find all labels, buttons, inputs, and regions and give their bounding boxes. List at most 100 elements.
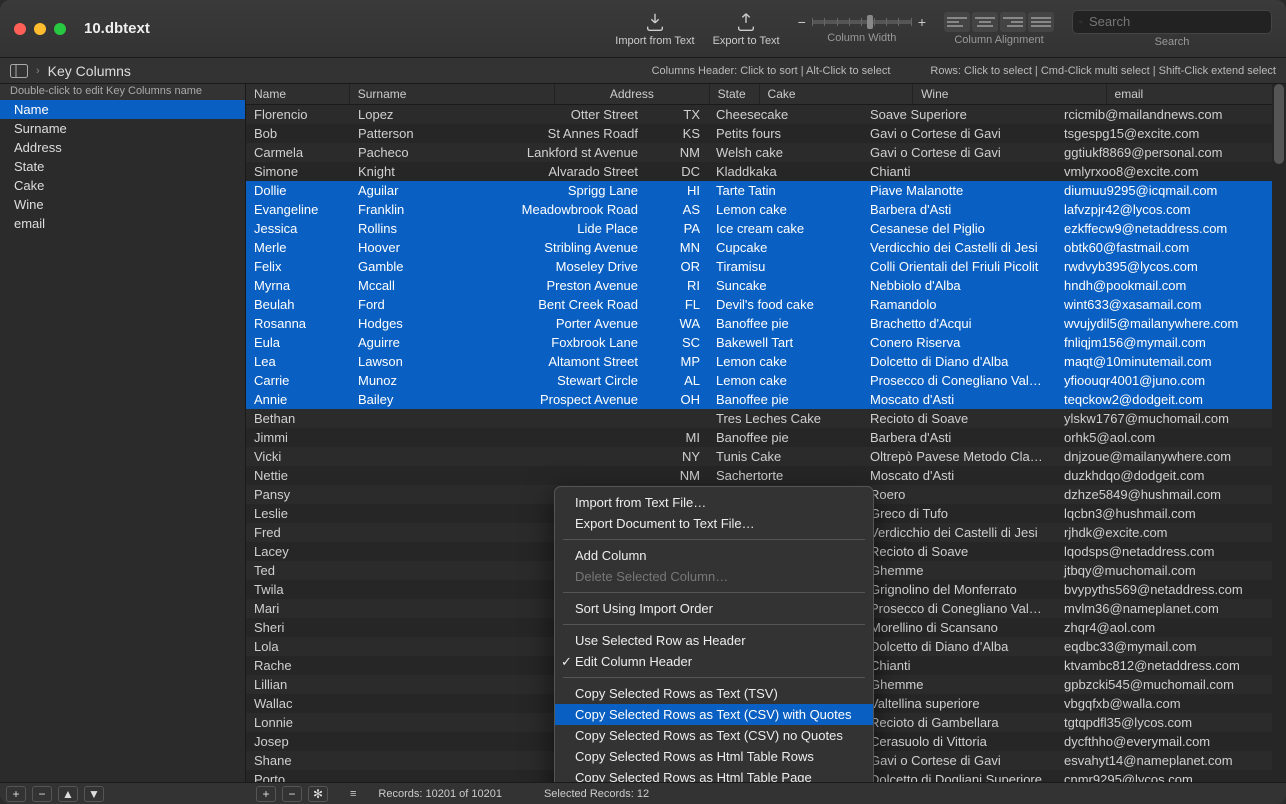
table-row[interactable]: VickiNYTunis CakeOltrepò Pavese Metodo C… bbox=[246, 447, 1286, 466]
increase-width-button[interactable]: + bbox=[918, 14, 926, 30]
table-row[interactable]: EulaAguirreFoxbrook LaneSCBakewell TartC… bbox=[246, 333, 1286, 352]
table-cell: Recioto di Gambellara bbox=[862, 715, 1056, 730]
table-cell: Soave Superiore bbox=[862, 107, 1056, 122]
sidebar-move-down-button[interactable]: ▼ bbox=[84, 786, 104, 802]
table-row[interactable]: CarrieMunozStewart CircleALLemon cakePro… bbox=[246, 371, 1286, 390]
table-cell: St Annes Roadf bbox=[454, 126, 646, 141]
minimize-window-button[interactable] bbox=[34, 23, 46, 35]
menu-item[interactable]: Copy Selected Rows as Text (CSV) no Quot… bbox=[555, 725, 873, 746]
table-cell: Prospect Avenue bbox=[454, 392, 646, 407]
zoom-window-button[interactable] bbox=[54, 23, 66, 35]
column-header-address[interactable]: Address bbox=[555, 84, 710, 104]
column-width-slider[interactable]: − + bbox=[798, 14, 926, 30]
sidebar-item-email[interactable]: email bbox=[0, 214, 245, 233]
menu-item[interactable]: Copy Selected Rows as Html Table Page bbox=[555, 767, 873, 782]
column-header-wine[interactable]: Wine bbox=[913, 84, 1106, 104]
table-row[interactable]: FlorencioLopezOtter StreetTXCheesecakeSo… bbox=[246, 105, 1286, 124]
table-row[interactable]: SimoneKnightAlvarado StreetDCKladdkakaCh… bbox=[246, 162, 1286, 181]
align-justify-button[interactable] bbox=[1028, 12, 1054, 32]
table-cell: rcicmib@mailandnews.com bbox=[1056, 107, 1286, 122]
columns-hint-text: Columns Header: Click to sort | Alt-Clic… bbox=[652, 65, 891, 77]
search-box[interactable] bbox=[1072, 10, 1272, 34]
menu-item[interactable]: Sort Using Import Order bbox=[555, 598, 873, 619]
table-cell: Ted bbox=[246, 563, 350, 578]
table-row[interactable]: NettieNMSachertorteMoscato d'Astiduzkhdq… bbox=[246, 466, 1286, 485]
sidebar-toggle-icon[interactable] bbox=[10, 64, 28, 78]
sidebar-item-name[interactable]: Name bbox=[0, 100, 245, 119]
row-add-button[interactable]: + bbox=[256, 786, 276, 802]
table-cell: wint633@xasamail.com bbox=[1056, 297, 1286, 312]
menu-item[interactable]: Copy Selected Rows as Text (TSV) bbox=[555, 683, 873, 704]
table-row[interactable]: FelixGambleMoseley DriveORTiramisuColli … bbox=[246, 257, 1286, 276]
close-window-button[interactable] bbox=[14, 23, 26, 35]
row-settings-button[interactable]: ✻ bbox=[308, 786, 328, 802]
align-center-button[interactable] bbox=[972, 12, 998, 32]
table-cell: Prosecco di Conegliano Vald… bbox=[862, 373, 1056, 388]
table-row[interactable]: BobPattersonSt Annes RoadfKSPetits fours… bbox=[246, 124, 1286, 143]
table-cell: Beulah bbox=[246, 297, 350, 312]
table-cell: lqcbn3@hushmail.com bbox=[1056, 506, 1286, 521]
row-remove-button[interactable]: − bbox=[282, 786, 302, 802]
sidebar-item-wine[interactable]: Wine bbox=[0, 195, 245, 214]
table-row[interactable]: DollieAguilarSprigg LaneHITarte TatinPia… bbox=[246, 181, 1286, 200]
export-to-text-button[interactable]: Export to Text bbox=[713, 11, 780, 47]
import-from-text-button[interactable]: Import from Text bbox=[615, 11, 694, 47]
table-cell: rjhdk@excite.com bbox=[1056, 525, 1286, 540]
sidebar-move-up-button[interactable]: ▲ bbox=[58, 786, 78, 802]
breadcrumb[interactable]: Key Columns bbox=[48, 63, 131, 79]
table-headers: NameSurnameAddressStateCakeWineemail bbox=[246, 84, 1286, 105]
menu-item[interactable]: ✓Edit Column Header bbox=[555, 651, 873, 672]
table-cell: Prosecco di Conegliano Vald… bbox=[862, 601, 1056, 616]
titlebar: 10.dbtext Import from Text Export to Tex… bbox=[0, 0, 1286, 58]
menu-item[interactable]: Export Document to Text File… bbox=[555, 513, 873, 534]
table-cell: Brachetto d'Acqui bbox=[862, 316, 1056, 331]
menu-item[interactable]: Copy Selected Rows as Html Table Rows bbox=[555, 746, 873, 767]
column-header-cake[interactable]: Cake bbox=[760, 84, 914, 104]
menu-item[interactable]: Use Selected Row as Header bbox=[555, 630, 873, 651]
table-cell: zhqr4@aol.com bbox=[1056, 620, 1286, 635]
vertical-scrollbar[interactable] bbox=[1272, 84, 1286, 782]
table-row[interactable]: CarmelaPachecoLankford st AvenueNMWelsh … bbox=[246, 143, 1286, 162]
table-cell: OH bbox=[646, 392, 708, 407]
sidebar-item-address[interactable]: Address bbox=[0, 138, 245, 157]
sidebar-item-surname[interactable]: Surname bbox=[0, 119, 245, 138]
sidebar-item-cake[interactable]: Cake bbox=[0, 176, 245, 195]
table-row[interactable]: EvangelineFranklinMeadowbrook RoadASLemo… bbox=[246, 200, 1286, 219]
menu-item[interactable]: Add Column bbox=[555, 545, 873, 566]
menu-item[interactable]: Import from Text File… bbox=[555, 492, 873, 513]
table-row[interactable]: JimmiMIBanoffee pieBarbera d'Astiorhk5@a… bbox=[246, 428, 1286, 447]
sidebar-add-button[interactable]: + bbox=[6, 786, 26, 802]
table-row[interactable]: MerleHooverStribling AvenueMNCupcakeVerd… bbox=[246, 238, 1286, 257]
table-cell: Lemon cake bbox=[708, 373, 862, 388]
decrease-width-button[interactable]: − bbox=[798, 14, 806, 30]
column-header-email[interactable]: email bbox=[1107, 84, 1286, 104]
table-cell: Verdicchio dei Castelli di Jesi bbox=[862, 525, 1056, 540]
table-row[interactable]: RosannaHodgesPorter AvenueWABanoffee pie… bbox=[246, 314, 1286, 333]
table-cell: Lemon cake bbox=[708, 202, 862, 217]
table-row[interactable]: JessicaRollinsLide PlacePAIce cream cake… bbox=[246, 219, 1286, 238]
table-cell: Ghemme bbox=[862, 677, 1056, 692]
table-cell: cnmr9295@lycos.com bbox=[1056, 772, 1286, 782]
column-header-state[interactable]: State bbox=[710, 84, 760, 104]
sidebar-remove-button[interactable]: − bbox=[32, 786, 52, 802]
table-cell: Conero Riserva bbox=[862, 335, 1056, 350]
table-cell: Ice cream cake bbox=[708, 221, 862, 236]
list-icon[interactable]: ≡ bbox=[350, 788, 356, 800]
chevron-right-icon: › bbox=[36, 65, 40, 77]
column-header-name[interactable]: Name bbox=[246, 84, 350, 104]
align-right-button[interactable] bbox=[1000, 12, 1026, 32]
table-row[interactable]: AnnieBaileyProspect AvenueOHBanoffee pie… bbox=[246, 390, 1286, 409]
column-header-surname[interactable]: Surname bbox=[350, 84, 555, 104]
search-input[interactable] bbox=[1089, 14, 1265, 29]
table-row[interactable]: LeaLawsonAltamont StreetMPLemon cakeDolc… bbox=[246, 352, 1286, 371]
table-cell: duzkhdqo@dodgeit.com bbox=[1056, 468, 1286, 483]
table-row[interactable]: BethanTres Leches CakeRecioto di Soaveyl… bbox=[246, 409, 1286, 428]
table-row[interactable]: MyrnaMccallPreston AvenueRISuncakeNebbio… bbox=[246, 276, 1286, 295]
sidebar-item-state[interactable]: State bbox=[0, 157, 245, 176]
table-row[interactable]: BeulahFordBent Creek RoadFLDevil's food … bbox=[246, 295, 1286, 314]
table-cell: Myrna bbox=[246, 278, 350, 293]
table-cell: Bob bbox=[246, 126, 350, 141]
align-left-button[interactable] bbox=[944, 12, 970, 32]
table-cell: esvahyt14@nameplanet.com bbox=[1056, 753, 1286, 768]
menu-item[interactable]: Copy Selected Rows as Text (CSV) with Qu… bbox=[555, 704, 873, 725]
